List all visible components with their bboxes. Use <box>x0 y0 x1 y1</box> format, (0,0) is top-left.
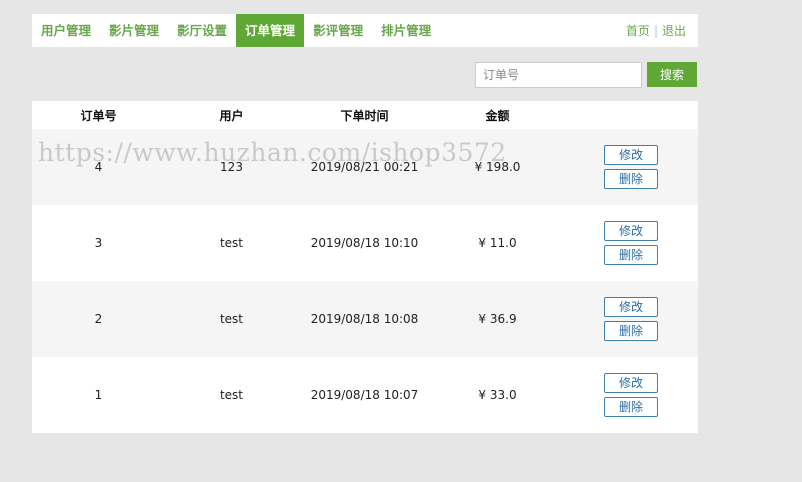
table-header: 订单号 用户 下单时间 金额 <box>32 101 698 129</box>
cell-order-id: 3 <box>94 236 103 250</box>
cell-actions: 修改 删除 <box>564 221 698 265</box>
delete-button[interactable]: 删除 <box>604 397 658 417</box>
header-order-id: 订单号 <box>80 108 117 123</box>
table-row: 2 test 2019/08/18 10:08 ¥ 36.9 修改 删除 <box>32 281 698 357</box>
table-row: 3 test 2019/08/18 10:10 ¥ 11.0 修改 删除 <box>32 205 698 281</box>
nav-item-reviews[interactable]: 影评管理 <box>304 14 372 47</box>
nav-item-orders[interactable]: 订单管理 <box>236 14 305 47</box>
nav-item-schedule[interactable]: 排片管理 <box>372 14 440 47</box>
header-user: 用户 <box>219 108 244 123</box>
cell-order-time: 2019/08/18 10:07 <box>310 388 419 402</box>
table-row: 1 test 2019/08/18 10:07 ¥ 33.0 修改 删除 <box>32 357 698 433</box>
edit-button[interactable]: 修改 <box>604 297 658 317</box>
table-row: 4 123 2019/08/21 00:21 ¥ 198.0 修改 删除 <box>32 129 698 205</box>
home-link[interactable]: 首页 <box>626 22 650 39</box>
edit-button[interactable]: 修改 <box>604 145 658 165</box>
app-frame: 用户管理 影片管理 影厅设置 订单管理 影评管理 排片管理 首页 | 退出 搜索… <box>0 0 802 482</box>
cell-actions: 修改 删除 <box>564 297 698 341</box>
cell-user: test <box>219 312 244 326</box>
cell-user: 123 <box>220 160 243 174</box>
cell-order-id: 4 <box>94 160 103 174</box>
cell-user: test <box>219 388 244 402</box>
cell-amount: ¥ 36.9 <box>478 312 517 326</box>
delete-button[interactable]: 删除 <box>604 169 658 189</box>
cell-user: test <box>219 236 244 250</box>
cell-actions: 修改 删除 <box>564 373 698 417</box>
header-order-time: 下单时间 <box>340 108 389 123</box>
logout-link[interactable]: 退出 <box>662 22 686 39</box>
delete-button[interactable]: 删除 <box>604 321 658 341</box>
cell-actions: 修改 删除 <box>564 145 698 189</box>
header-amount: 金额 <box>485 108 510 123</box>
nav-links: 首页 | 退出 <box>626 22 698 39</box>
cell-order-id: 1 <box>94 388 103 402</box>
search-button[interactable]: 搜索 <box>647 62 697 87</box>
delete-button[interactable]: 删除 <box>604 245 658 265</box>
order-search-input[interactable] <box>475 62 642 88</box>
edit-button[interactable]: 修改 <box>604 373 658 393</box>
nav-item-halls[interactable]: 影厅设置 <box>168 14 236 47</box>
cell-order-time: 2019/08/18 10:10 <box>310 236 419 250</box>
cell-order-time: 2019/08/21 00:21 <box>310 160 419 174</box>
cell-order-id: 2 <box>94 312 103 326</box>
cell-order-time: 2019/08/18 10:08 <box>310 312 419 326</box>
cell-amount: ¥ 198.0 <box>474 160 521 174</box>
nav-item-movies[interactable]: 影片管理 <box>100 14 168 47</box>
orders-table: 订单号 用户 下单时间 金额 4 123 2019/08/21 00:21 ¥ … <box>32 101 698 433</box>
top-nav: 用户管理 影片管理 影厅设置 订单管理 影评管理 排片管理 首页 | 退出 <box>32 14 698 47</box>
nav-item-users[interactable]: 用户管理 <box>32 14 100 47</box>
edit-button[interactable]: 修改 <box>604 221 658 241</box>
cell-amount: ¥ 33.0 <box>478 388 517 402</box>
nav-separator: | <box>653 23 658 38</box>
cell-amount: ¥ 11.0 <box>478 236 517 250</box>
